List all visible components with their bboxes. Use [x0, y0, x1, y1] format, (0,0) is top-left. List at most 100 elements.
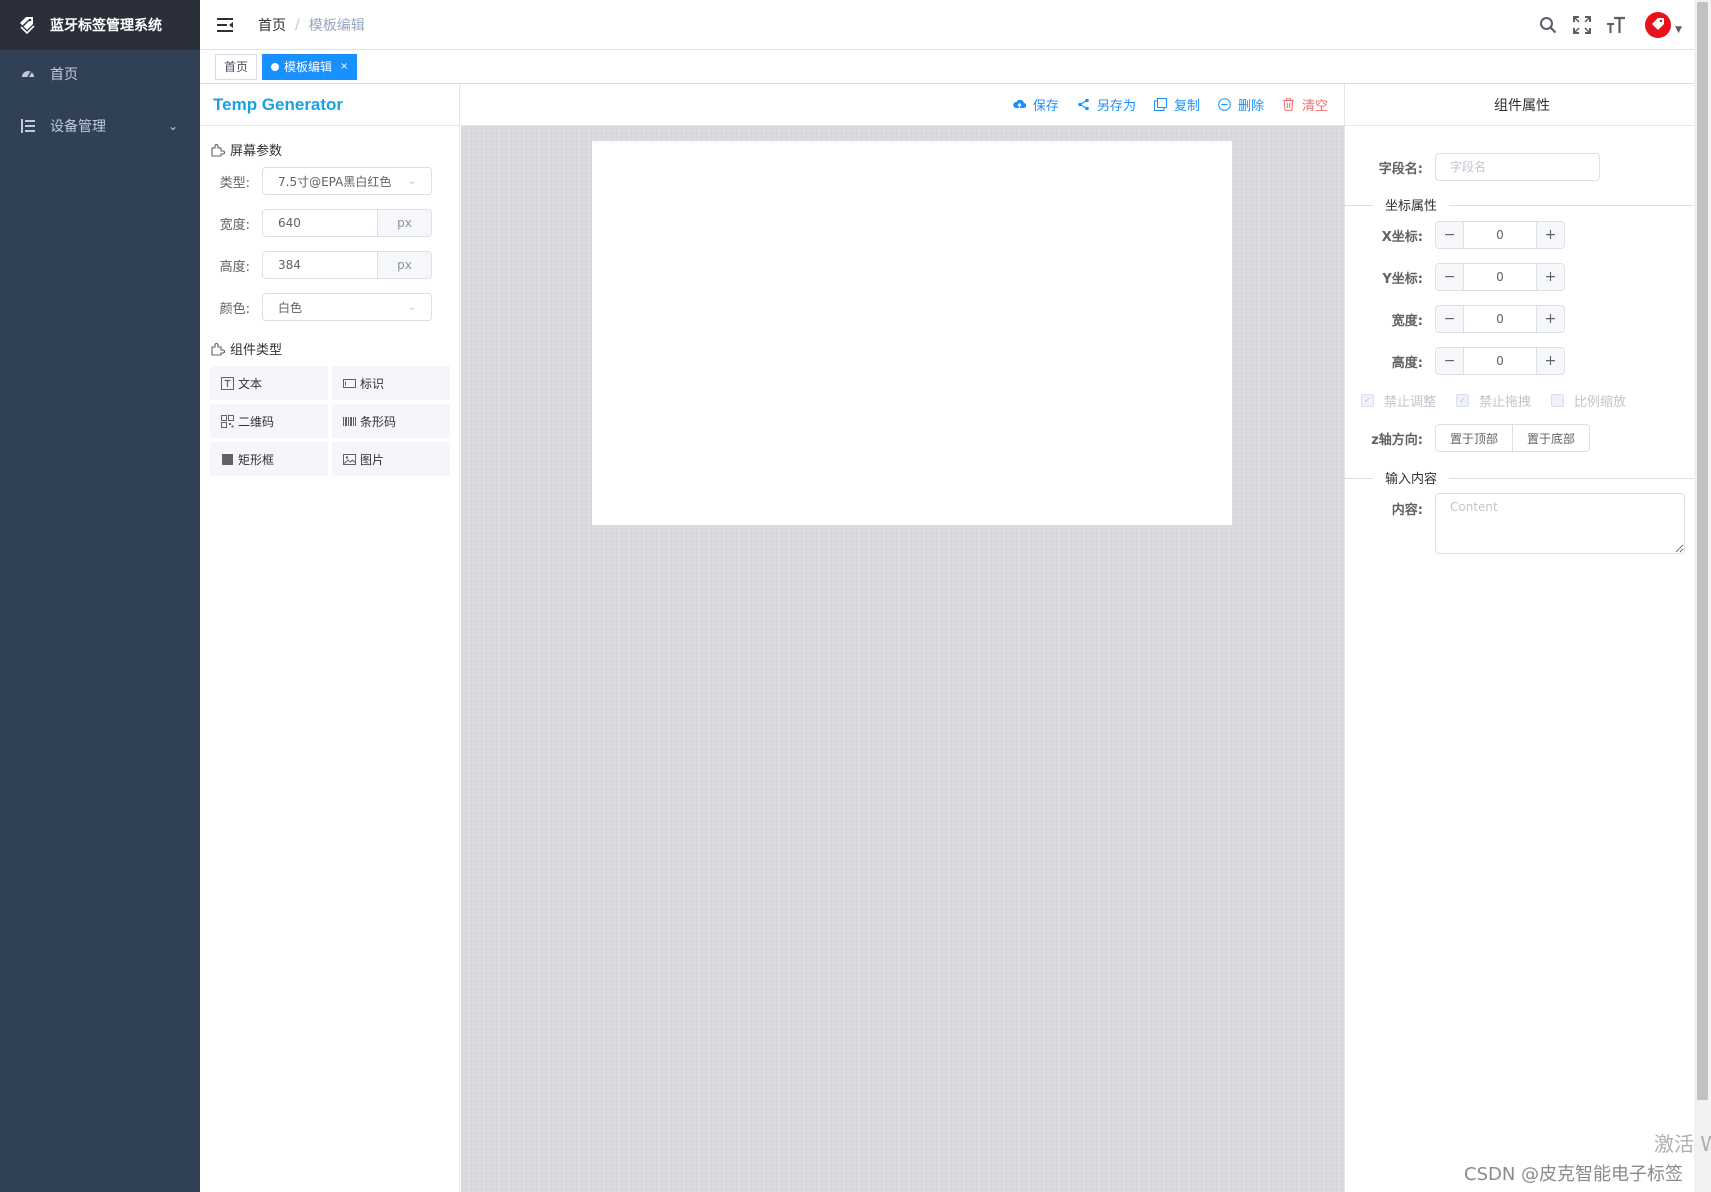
fullscreen-button[interactable]: [1565, 0, 1599, 50]
component-rectangle[interactable]: 矩形框: [210, 442, 328, 476]
sidebar: 蓝牙标签管理系统 首页 设备管理 ⌄: [0, 0, 200, 1192]
width-row: 宽度: px: [200, 209, 459, 237]
clear-label: 清空: [1301, 99, 1328, 114]
label-icon: [343, 378, 356, 388]
decrease-button[interactable]: −: [1436, 348, 1464, 374]
component-text[interactable]: 文本: [210, 366, 328, 400]
avatar[interactable]: [1645, 11, 1672, 38]
constraint-checkboxes: ✓ 禁止调整 ✓ 禁止拖拽 比例缩放: [1345, 391, 1694, 410]
right-panel-header: 组件属性: [1345, 84, 1694, 126]
bring-to-top-button[interactable]: 置于顶部: [1435, 424, 1514, 452]
y-label: Y坐标:: [1382, 271, 1423, 287]
coord-divider: 坐标属性: [1345, 195, 1694, 214]
color-select[interactable]: 白色 ⌄: [262, 293, 432, 321]
copy-button[interactable]: 复制: [1153, 95, 1200, 114]
width-stepper: − 0 +: [1435, 305, 1565, 333]
right-panel-title: 组件属性: [1494, 97, 1550, 114]
tag-avatar-icon: [1652, 17, 1665, 30]
search-icon: [1540, 16, 1557, 33]
component-barcode[interactable]: 条形码: [332, 404, 450, 438]
field-name-input[interactable]: [1435, 153, 1600, 181]
content-textarea[interactable]: [1435, 493, 1685, 554]
decrease-button[interactable]: −: [1436, 222, 1464, 248]
scrollbar-thumb[interactable]: [1697, 2, 1708, 1100]
type-select[interactable]: 7.5寸@EPA黑白红色 ⌄: [262, 167, 432, 195]
disable-resize-checkbox[interactable]: ✓ 禁止调整: [1361, 391, 1436, 410]
brand-title: Temp Generator: [213, 94, 344, 114]
x-value[interactable]: 0: [1464, 222, 1536, 248]
component-qrcode[interactable]: 二维码: [210, 404, 328, 438]
component-types-title: 组件类型: [200, 339, 459, 358]
chevron-down-icon: ⌄: [167, 119, 178, 133]
clear-button[interactable]: 清空: [1282, 95, 1328, 114]
menu-fold-icon: [217, 17, 233, 32]
type-label: 类型:: [219, 175, 250, 191]
sidebar-logo[interactable]: 蓝牙标签管理系统: [0, 0, 200, 50]
template-canvas[interactable]: [592, 141, 1232, 525]
component-label: 文本: [238, 376, 263, 391]
increase-button[interactable]: +: [1536, 348, 1564, 374]
disable-drag-checkbox[interactable]: ✓ 禁止拖拽: [1456, 391, 1531, 410]
decrease-button[interactable]: −: [1436, 306, 1464, 332]
activate-windows-watermark: 激活 Wi: [1654, 1132, 1711, 1156]
close-icon[interactable]: ×: [340, 55, 348, 79]
puzzle-icon: [211, 143, 225, 157]
height-prop-label: 高度:: [1391, 355, 1423, 371]
main-content: Temp Generator 屏幕参数 类型: 7.5寸@EPA黑白红色 ⌄ 宽…: [200, 84, 1694, 1192]
field-name-label: 字段名:: [1378, 161, 1423, 177]
editor-toolbar: 保存 另存为 复制 删除 清空: [461, 84, 1344, 126]
component-image[interactable]: 图片: [332, 442, 450, 476]
left-panel: Temp Generator 屏幕参数 类型: 7.5寸@EPA黑白红色 ⌄ 宽…: [200, 84, 460, 1192]
component-label: 二维码: [238, 414, 275, 429]
y-value[interactable]: 0: [1464, 264, 1536, 290]
text-icon: [221, 376, 234, 390]
field-name-row: 字段名:: [1345, 153, 1694, 181]
navbar-right-menu: ▼: [1531, 0, 1694, 50]
component-label-marker[interactable]: 标识: [332, 366, 450, 400]
sidebar-item-home[interactable]: 首页: [0, 46, 200, 102]
canvas-area[interactable]: [461, 126, 1344, 1192]
dashboard-icon: [22, 71, 34, 78]
send-to-bottom-button[interactable]: 置于底部: [1513, 424, 1591, 452]
page-scrollbar[interactable]: [1694, 0, 1711, 1192]
tag-home[interactable]: 首页: [215, 53, 258, 80]
chevron-down-icon: ⌄: [407, 301, 416, 313]
component-label: 矩形框: [238, 452, 275, 467]
content-row: 内容:: [1345, 493, 1694, 554]
save-as-button[interactable]: 另存为: [1077, 95, 1136, 114]
barcode-icon: [343, 416, 356, 426]
component-label: 条形码: [360, 414, 397, 429]
increase-button[interactable]: +: [1536, 306, 1564, 332]
save-button[interactable]: 保存: [1013, 95, 1059, 114]
content-divider: 输入内容: [1345, 468, 1694, 487]
logo-title: 蓝牙标签管理系统: [50, 18, 162, 34]
tag-template-edit[interactable]: 模板编辑 ×: [262, 53, 358, 80]
increase-button[interactable]: +: [1536, 264, 1564, 290]
height-input-group: px: [262, 251, 432, 279]
sidebar-item-device-management[interactable]: 设备管理 ⌄: [0, 98, 200, 154]
z-axis-row: z轴方向: 置于顶部 置于底部: [1345, 424, 1694, 452]
delete-button[interactable]: 删除: [1218, 95, 1264, 114]
qrcode-icon: [221, 414, 234, 428]
height-label: 高度:: [219, 259, 250, 275]
trash-icon: [1282, 98, 1294, 111]
caret-down-icon[interactable]: ▼: [1675, 25, 1682, 35]
width-input[interactable]: [263, 210, 377, 236]
font-size-button[interactable]: [1599, 0, 1633, 50]
checkbox-label: 比例缩放: [1574, 395, 1627, 410]
section-label: 组件类型: [230, 343, 283, 358]
save-as-label: 另存为: [1096, 99, 1136, 114]
breadcrumb-home[interactable]: 首页: [258, 15, 286, 35]
copy-icon: [1153, 98, 1167, 111]
ratio-scale-checkbox[interactable]: 比例缩放: [1551, 391, 1626, 410]
height-row: 高度: px: [200, 251, 459, 279]
font-size-icon: [1607, 16, 1626, 33]
height-input[interactable]: [263, 252, 377, 278]
decrease-button[interactable]: −: [1436, 264, 1464, 290]
increase-button[interactable]: +: [1536, 222, 1564, 248]
search-button[interactable]: [1531, 0, 1565, 50]
hamburger-button[interactable]: [200, 0, 250, 50]
height-value[interactable]: 0: [1464, 348, 1536, 374]
cloud-upload-icon: [1013, 99, 1026, 109]
width-value[interactable]: 0: [1464, 306, 1536, 332]
